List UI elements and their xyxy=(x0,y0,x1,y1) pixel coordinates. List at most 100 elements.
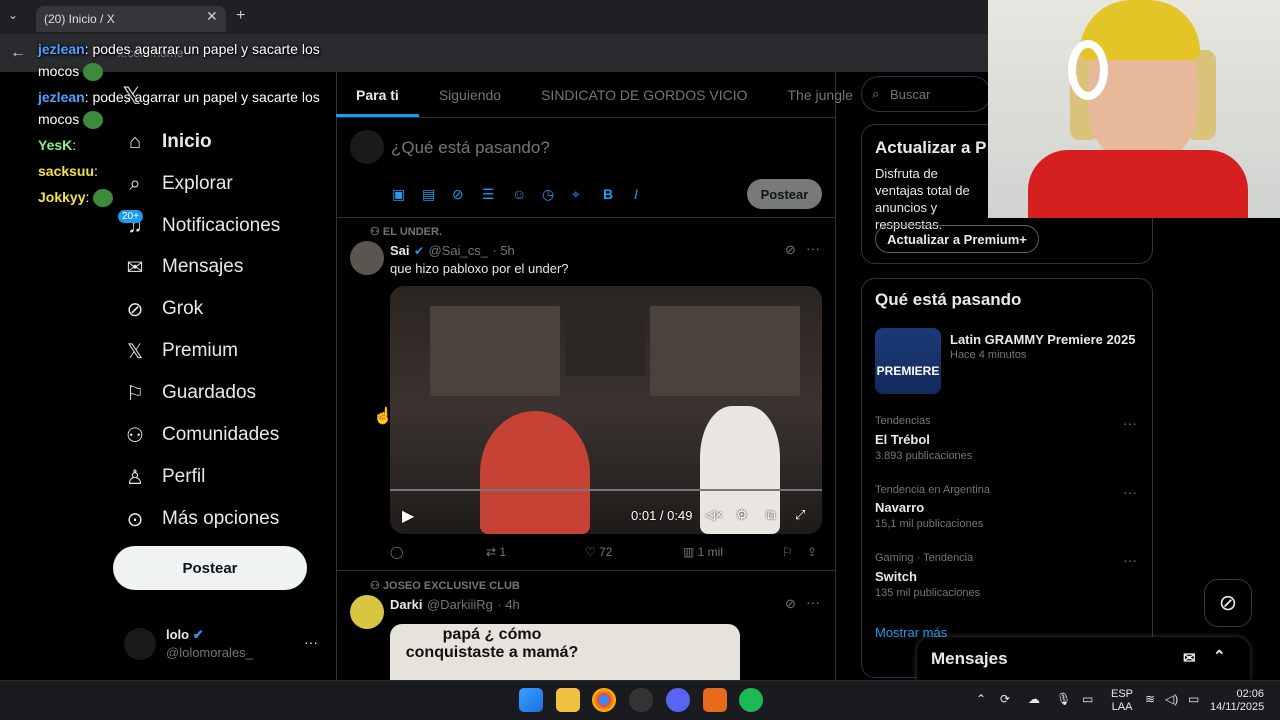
post-button[interactable]: Postear xyxy=(113,546,307,590)
nav-label: Perfil xyxy=(162,466,206,487)
messages-drawer[interactable]: Mensajes ✉ ⌃ xyxy=(917,637,1250,680)
compose-post-button[interactable]: Postear xyxy=(747,179,822,209)
search-input[interactable]: Buscar xyxy=(861,76,991,112)
grammy-thumbnail[interactable]: PREMIERE xyxy=(875,328,941,394)
clock[interactable]: 02:06 14/11/2025 xyxy=(1210,688,1264,714)
browser-tab[interactable]: (20) Inicio / X xyxy=(36,6,226,32)
account-more-icon[interactable]: ··· xyxy=(304,634,318,650)
battery-icon[interactable]: ▭ xyxy=(1188,692,1199,706)
fullscreen-icon[interactable]: ⤢ xyxy=(795,507,805,523)
tweet-handle[interactable]: @DarkiiiRg xyxy=(427,597,493,612)
reply-icon[interactable]: ◯ xyxy=(390,545,403,559)
trend-title[interactable]: Navarro xyxy=(875,500,924,515)
tab-list-icon[interactable]: ⌄ xyxy=(8,8,18,22)
play-icon[interactable]: ▶ xyxy=(402,506,414,526)
views-count: 1 mil xyxy=(697,545,724,559)
community-context[interactable]: ⚇ EL UNDER. xyxy=(370,225,442,238)
language-indicator[interactable]: ESP LAA xyxy=(1111,688,1133,714)
new-message-icon[interactable]: ✉ xyxy=(1183,649,1196,667)
tab-for-you[interactable]: Para ti xyxy=(336,72,419,117)
tab-list-sindicato[interactable]: SINDICATO DE GORDOS VICIO xyxy=(521,72,767,117)
emoji-icon[interactable]: ☺ xyxy=(512,186,526,202)
volume-icon[interactable]: ◁) xyxy=(1165,692,1178,706)
account-avatar[interactable] xyxy=(124,628,156,660)
tab-title: (20) Inicio / X xyxy=(44,12,115,26)
views-icon: ▥ xyxy=(683,545,698,559)
like-button[interactable]: ♡ 72 xyxy=(585,545,612,559)
nav-label: Comunidades xyxy=(162,424,280,445)
grok-icon[interactable]: ⊘ xyxy=(785,596,796,612)
spotify-icon[interactable] xyxy=(739,688,763,712)
sync-icon[interactable]: ⟳ xyxy=(1000,692,1010,706)
composer-input[interactable]: ¿Qué está pasando? xyxy=(391,138,550,158)
nav-label: Premium xyxy=(162,340,239,361)
grok-float-button[interactable]: ⊘ xyxy=(1204,579,1252,627)
pip-icon[interactable]: ⧉ xyxy=(766,507,775,523)
nav-item-messages[interactable]: ✉ Mensajes xyxy=(120,246,244,288)
tweet-avatar[interactable] xyxy=(350,595,384,629)
views-button[interactable]: ▥ 1 mil xyxy=(683,545,723,559)
nav-label: Guardados xyxy=(162,382,257,403)
tweet-more-icon[interactable]: ··· xyxy=(806,240,820,256)
schedule-icon[interactable]: ◷ xyxy=(542,186,554,203)
grok-compose-icon[interactable]: ⊘ xyxy=(452,186,464,203)
fl-studio-icon[interactable] xyxy=(703,688,727,712)
community-context[interactable]: ⚇ JOSEO EXCLUSIVE CLUB xyxy=(370,579,520,592)
new-tab-icon[interactable]: + xyxy=(236,7,245,25)
file-explorer-icon[interactable] xyxy=(556,688,580,712)
nav-item-bookmarks[interactable]: ⚐ Guardados xyxy=(120,372,256,414)
tweet-avatar[interactable] xyxy=(350,241,384,275)
nav-item-profile[interactable]: ♙ Perfil xyxy=(120,456,205,498)
trend-more-icon[interactable]: ··· xyxy=(1123,552,1137,568)
nav-item-premium[interactable]: 𝕏 Premium xyxy=(120,330,238,372)
italic-icon[interactable]: I xyxy=(634,186,638,202)
trend-more-icon[interactable]: ··· xyxy=(1123,484,1137,500)
location-icon[interactable]: ⌖ xyxy=(572,186,580,203)
tweet-time[interactable]: · 5h xyxy=(492,243,514,258)
settings-gear-icon[interactable]: ⚙ xyxy=(736,507,748,523)
close-tab-icon[interactable]: ✕ xyxy=(206,8,218,25)
poll-icon[interactable]: ☰ xyxy=(482,186,495,203)
gif-icon[interactable]: ▤ xyxy=(422,186,435,203)
retweet-button[interactable]: ⇄ 1 xyxy=(486,545,506,559)
tray-chevron-icon[interactable]: ⌃ xyxy=(976,692,986,706)
person-icon: ♙ xyxy=(126,466,144,489)
back-arrow-icon[interactable]: ← xyxy=(10,44,26,62)
grok-icon[interactable]: ⊘ xyxy=(785,242,796,258)
trend-more-icon[interactable]: ··· xyxy=(1123,415,1137,431)
premium-upgrade-button[interactable]: Actualizar a Premium+ xyxy=(875,225,1039,253)
nav-item-notifications[interactable]: ♫ Notificaciones xyxy=(120,205,281,247)
tweet-image[interactable]: papá ¿ cómo conquistaste a mamá? xyxy=(390,624,740,680)
expand-icon[interactable]: ⌃ xyxy=(1213,647,1226,665)
share-icon[interactable]: ⇪ xyxy=(807,545,817,559)
wifi-icon[interactable]: ≋ xyxy=(1145,692,1155,706)
mic-icon[interactable]: 🎙 xyxy=(1056,692,1071,706)
video-progress-bar[interactable] xyxy=(390,489,822,491)
trend-title[interactable]: Switch xyxy=(875,569,917,584)
obs-icon[interactable] xyxy=(629,688,653,712)
tab-following[interactable]: Siguiendo xyxy=(419,72,521,117)
nav-item-communities[interactable]: ⚇ Comunidades xyxy=(120,414,279,456)
nav-item-grok[interactable]: ⊘ Grok xyxy=(120,288,204,330)
account-name[interactable]: lolo ✔ xyxy=(166,627,204,643)
tab-list-jungle[interactable]: The jungle xyxy=(768,72,873,117)
chrome-icon[interactable] xyxy=(592,688,616,712)
tweet-handle[interactable]: @Sai_cs_ xyxy=(428,243,487,258)
tweet-author[interactable]: Darki xyxy=(390,597,423,612)
nav-item-more[interactable]: ⊙ Más opciones xyxy=(120,498,280,540)
mute-icon[interactable]: ◁× xyxy=(705,507,723,523)
tweet-video[interactable] xyxy=(390,286,822,534)
bookmark-icon[interactable]: ⚐ xyxy=(782,545,793,559)
cloud-icon[interactable]: ☁ xyxy=(1028,692,1040,706)
bold-icon[interactable]: B xyxy=(603,186,613,202)
windows-start-icon[interactable] xyxy=(519,688,543,712)
featured-trend-title[interactable]: Latin GRAMMY Premiere 2025 xyxy=(950,332,1135,347)
display-icon[interactable]: ▭ xyxy=(1082,692,1093,706)
image-icon[interactable]: ▣ xyxy=(392,186,405,203)
tweet-author[interactable]: Sai xyxy=(390,243,410,258)
discord-icon[interactable] xyxy=(666,688,690,712)
tweet-more-icon[interactable]: ··· xyxy=(806,594,820,610)
tweet-text: que hizo pabloxo por el under? xyxy=(390,261,569,276)
trend-title[interactable]: El Trébol xyxy=(875,432,930,447)
tweet-time[interactable]: · 4h xyxy=(497,597,519,612)
